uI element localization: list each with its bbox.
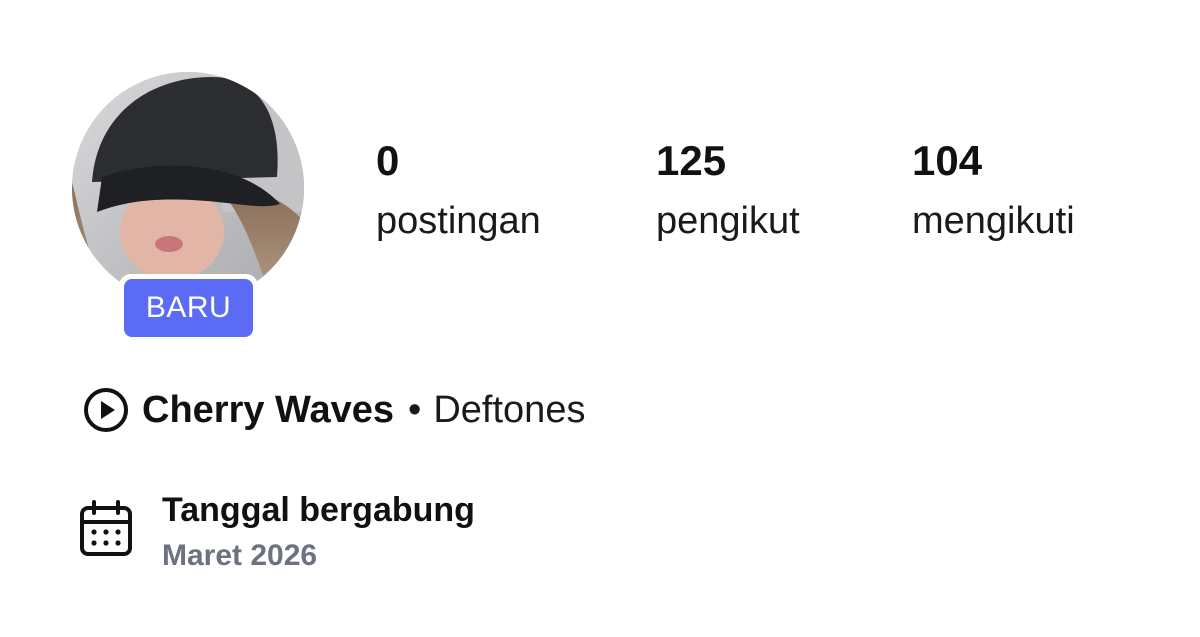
followers-count: 125 <box>656 137 727 184</box>
join-date-label: Tanggal bergabung <box>162 491 475 529</box>
calendar-icon <box>78 500 136 560</box>
song-artist: Deftones <box>433 388 586 431</box>
posts-count: 0 <box>376 137 400 184</box>
song-separator: • <box>408 388 422 431</box>
stat-following[interactable]: 104 mengikuti <box>912 136 1075 246</box>
join-date-text: Tanggal bergabung Maret 2026 <box>162 488 475 578</box>
profile-avatar-container <box>72 72 304 304</box>
profile-music[interactable]: Cherry Waves • Deftones <box>82 382 585 438</box>
new-badge: BARU <box>119 274 258 342</box>
avatar[interactable] <box>72 72 304 304</box>
posts-label: postingan <box>376 200 541 242</box>
avatar-photo <box>72 72 304 304</box>
join-date-row: Tanggal bergabung Maret 2026 <box>78 488 475 578</box>
stat-posts[interactable]: 0 postingan <box>376 136 541 246</box>
stat-followers[interactable]: 125 pengikut <box>656 136 800 246</box>
new-badge-label: BARU <box>124 279 253 337</box>
join-date-value: Maret 2026 <box>162 539 318 572</box>
followers-label: pengikut <box>656 200 800 242</box>
following-label: mengikuti <box>912 200 1075 242</box>
song-title: Cherry Waves <box>142 388 395 431</box>
following-count: 104 <box>912 137 983 184</box>
play-circle-icon[interactable] <box>82 386 130 434</box>
